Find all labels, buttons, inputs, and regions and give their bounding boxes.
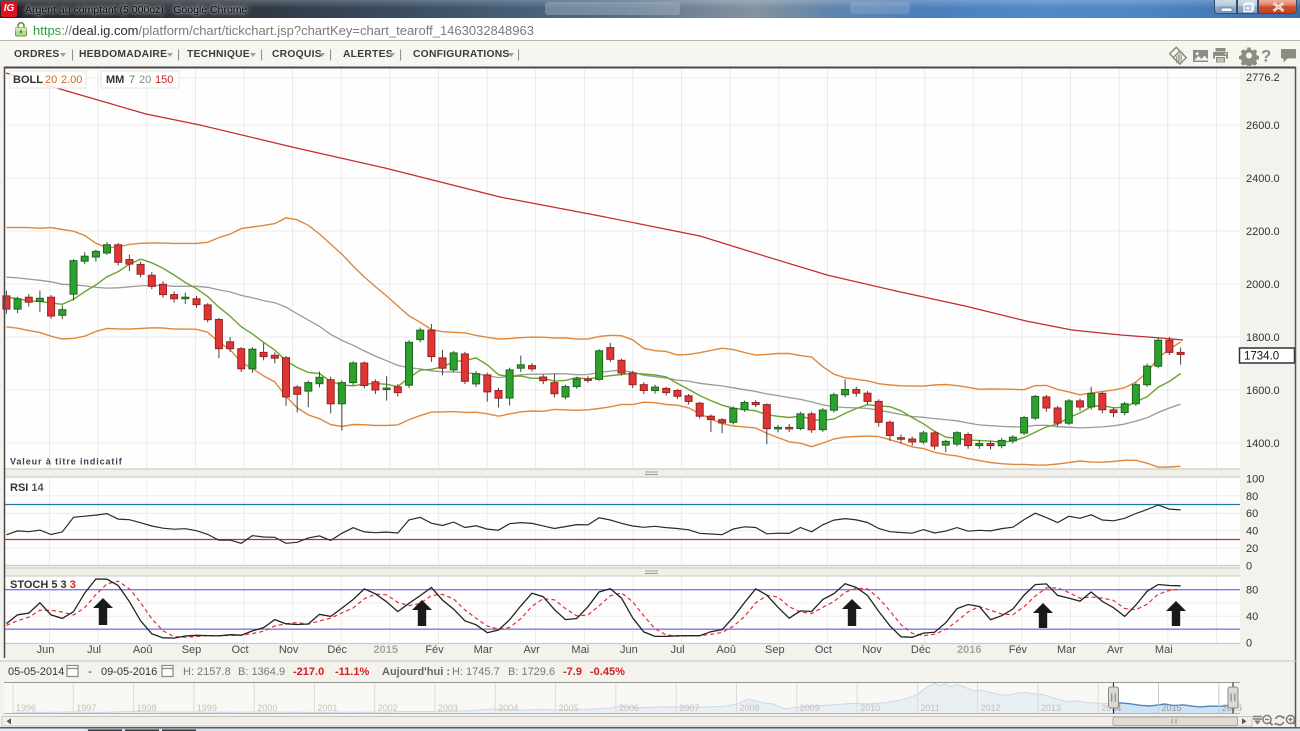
svg-text:2200.0: 2200.0 <box>1246 226 1280 238</box>
svg-text:B: 1364.9: B: 1364.9 <box>238 666 285 678</box>
svg-text:Aoû: Aoû <box>133 644 153 656</box>
svg-text:1800.0: 1800.0 <box>1246 332 1280 344</box>
svg-text:2015: 2015 <box>1162 703 1182 713</box>
svg-text:09-05-2016: 09-05-2016 <box>101 666 157 678</box>
svg-text:05-05-2014: 05-05-2014 <box>8 666 64 678</box>
svg-text:0: 0 <box>1246 637 1252 649</box>
svg-text:60: 60 <box>1246 508 1258 520</box>
svg-text:1400.0: 1400.0 <box>1246 438 1280 450</box>
svg-text:40: 40 <box>1246 611 1258 623</box>
svg-text:20: 20 <box>1246 543 1258 555</box>
svg-text:1600.0: 1600.0 <box>1246 385 1280 397</box>
svg-text:-: - <box>88 666 92 678</box>
svg-text:2.00: 2.00 <box>61 74 82 86</box>
svg-text:RSI 14: RSI 14 <box>10 482 45 494</box>
svg-text:80: 80 <box>1246 491 1258 503</box>
svg-text:Déc: Déc <box>327 644 347 656</box>
svg-text:Jun: Jun <box>37 644 55 656</box>
svg-text:B: 1729.6: B: 1729.6 <box>508 666 555 678</box>
svg-text:Aujourd'hui :: Aujourd'hui : <box>382 666 450 678</box>
svg-text:-7.9: -7.9 <box>563 666 582 678</box>
svg-text:Oct: Oct <box>231 644 248 656</box>
svg-text:7: 7 <box>129 74 135 86</box>
svg-text:20: 20 <box>45 74 57 86</box>
svg-text:2776.2: 2776.2 <box>1246 72 1280 84</box>
svg-text:80: 80 <box>1246 585 1258 597</box>
svg-text:-217.0: -217.0 <box>293 666 324 678</box>
svg-text:Avr: Avr <box>524 644 541 656</box>
svg-text:H: 1745.7: H: 1745.7 <box>452 666 500 678</box>
svg-text:Nov: Nov <box>279 644 299 656</box>
svg-text:2000.0: 2000.0 <box>1246 279 1280 291</box>
svg-text:Jun: Jun <box>620 644 638 656</box>
svg-text:Mar: Mar <box>474 644 493 656</box>
svg-text:2015: 2015 <box>374 644 398 656</box>
svg-text:2016: 2016 <box>957 644 981 656</box>
svg-text:Aoû: Aoû <box>716 644 736 656</box>
svg-text:Oct: Oct <box>815 644 832 656</box>
svg-text:100: 100 <box>1246 474 1264 486</box>
svg-text:Mai: Mai <box>571 644 589 656</box>
svg-text:40: 40 <box>1246 526 1258 538</box>
svg-text:1734.0: 1734.0 <box>1244 351 1279 363</box>
svg-text:Jul: Jul <box>87 644 101 656</box>
svg-text:Fév: Fév <box>425 644 444 656</box>
svg-text:20: 20 <box>139 74 151 86</box>
svg-text:Mai: Mai <box>1155 644 1173 656</box>
svg-text:BOLL: BOLL <box>13 74 43 86</box>
svg-text:Mar: Mar <box>1057 644 1076 656</box>
svg-text:?: ? <box>1261 47 1271 66</box>
svg-text:-11.1%: -11.1% <box>335 666 369 678</box>
svg-text:Fév: Fév <box>1009 644 1028 656</box>
svg-text:Valeur à titre indicatif: Valeur à titre indicatif <box>10 457 123 467</box>
svg-text:Jul: Jul <box>671 644 685 656</box>
svg-text:2600.0: 2600.0 <box>1246 120 1280 132</box>
svg-text:Avr: Avr <box>1107 644 1124 656</box>
svg-text:MM: MM <box>106 74 124 86</box>
svg-text:Déc: Déc <box>911 644 931 656</box>
svg-text:-0.45%: -0.45% <box>590 666 625 678</box>
svg-text:Nov: Nov <box>862 644 882 656</box>
svg-text:2400.0: 2400.0 <box>1246 173 1280 185</box>
svg-text:STOCH 5 3 3: STOCH 5 3 3 <box>10 579 76 591</box>
svg-text:H: 2157.8: H: 2157.8 <box>183 666 231 678</box>
svg-text:Sep: Sep <box>765 644 785 656</box>
svg-text:150: 150 <box>155 74 173 86</box>
svg-text:0: 0 <box>1246 560 1252 572</box>
svg-text:Sep: Sep <box>182 644 202 656</box>
